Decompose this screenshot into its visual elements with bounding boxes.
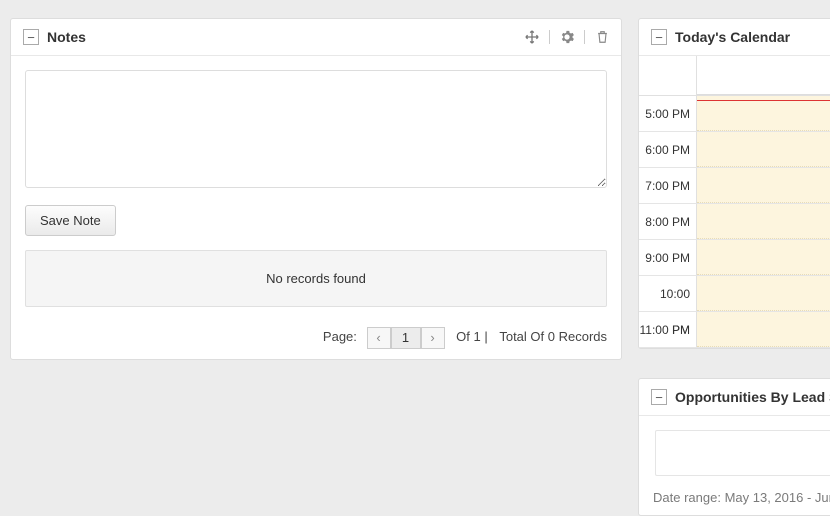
- calendar-row: 5:00 PM: [639, 96, 830, 132]
- calendar-rows: 5:00 PM6:00 PM7:00 PM8:00 PM9:00 PM10:00…: [639, 96, 830, 348]
- opportunities-title: Opportunities By Lead Source: [675, 389, 830, 405]
- calendar-slot[interactable]: [697, 240, 830, 275]
- pager: Page: ‹1› Of 1 | Total Of 0 Records: [11, 317, 621, 359]
- pager-of-text: Of 1 |: [456, 329, 488, 344]
- divider: [584, 30, 585, 44]
- calendar-time-label: 11:00 PM: [639, 312, 697, 347]
- calendar-panel: − Today's Calendar 5:00 PM6:00 PM7:00 PM…: [638, 18, 830, 349]
- note-textarea[interactable]: [25, 70, 607, 188]
- calendar-gutter: [639, 56, 697, 95]
- calendar-allday-row: [639, 56, 830, 96]
- calendar-row: 9:00 PM: [639, 240, 830, 276]
- no-records-message: No records found: [25, 250, 607, 307]
- notes-panel: − Notes Save Note: [10, 18, 622, 360]
- opportunities-date-range: Date range: May 13, 2016 - Jun 13, 2016: [639, 486, 830, 515]
- calendar-title: Today's Calendar: [675, 29, 790, 45]
- pager-next-button[interactable]: ›: [421, 327, 445, 349]
- calendar-allday-cell[interactable]: [697, 56, 830, 95]
- calendar-slot[interactable]: [697, 96, 830, 131]
- move-icon[interactable]: [525, 30, 539, 44]
- calendar-slot[interactable]: [697, 204, 830, 239]
- calendar-body: 5:00 PM6:00 PM7:00 PM8:00 PM9:00 PM10:00…: [639, 56, 830, 348]
- pager-current-page: 1: [391, 327, 421, 349]
- opportunities-chart-placeholder: [655, 430, 830, 476]
- calendar-row: 6:00 PM: [639, 132, 830, 168]
- calendar-slot[interactable]: [697, 132, 830, 167]
- pager-prev-button[interactable]: ‹: [367, 327, 391, 349]
- calendar-time-label: 5:00 PM: [639, 96, 697, 131]
- calendar-header: − Today's Calendar: [639, 19, 830, 56]
- calendar-row: 10:00 PM: [639, 276, 830, 312]
- gear-icon[interactable]: [560, 30, 574, 44]
- calendar-slot[interactable]: [697, 276, 830, 311]
- calendar-time-label: 8:00 PM: [639, 204, 697, 239]
- notes-header-actions: [525, 30, 609, 44]
- calendar-row: 7:00 PM: [639, 168, 830, 204]
- date-range-label: Date range:: [653, 490, 721, 505]
- opportunities-collapse-button[interactable]: −: [651, 389, 667, 405]
- calendar-row: 8:00 PM: [639, 204, 830, 240]
- pager-label: Page:: [323, 329, 357, 344]
- calendar-time-label: 7:00 PM: [639, 168, 697, 203]
- date-range-value: May 13, 2016 - Jun 13, 2016: [725, 490, 830, 505]
- notes-body: Save Note No records found: [11, 56, 621, 317]
- opportunities-panel: − Opportunities By Lead Source Date rang…: [638, 378, 830, 516]
- calendar-time-label: 6:00 PM: [639, 132, 697, 167]
- divider: [549, 30, 550, 44]
- save-note-button[interactable]: Save Note: [25, 205, 116, 236]
- calendar-slot[interactable]: [697, 168, 830, 203]
- trash-icon[interactable]: [595, 30, 609, 44]
- calendar-slot[interactable]: [697, 312, 830, 347]
- calendar-now-line: [697, 100, 830, 101]
- notes-header: − Notes: [11, 19, 621, 56]
- notes-title: Notes: [47, 29, 86, 45]
- calendar-time-label: 10:00 PM: [639, 276, 697, 311]
- calendar-row: 11:00 PM: [639, 312, 830, 348]
- calendar-collapse-button[interactable]: −: [651, 29, 667, 45]
- calendar-time-label: 9:00 PM: [639, 240, 697, 275]
- notes-collapse-button[interactable]: −: [23, 29, 39, 45]
- opportunities-header: − Opportunities By Lead Source: [639, 379, 830, 416]
- pager-total-text: Total Of 0 Records: [499, 329, 607, 344]
